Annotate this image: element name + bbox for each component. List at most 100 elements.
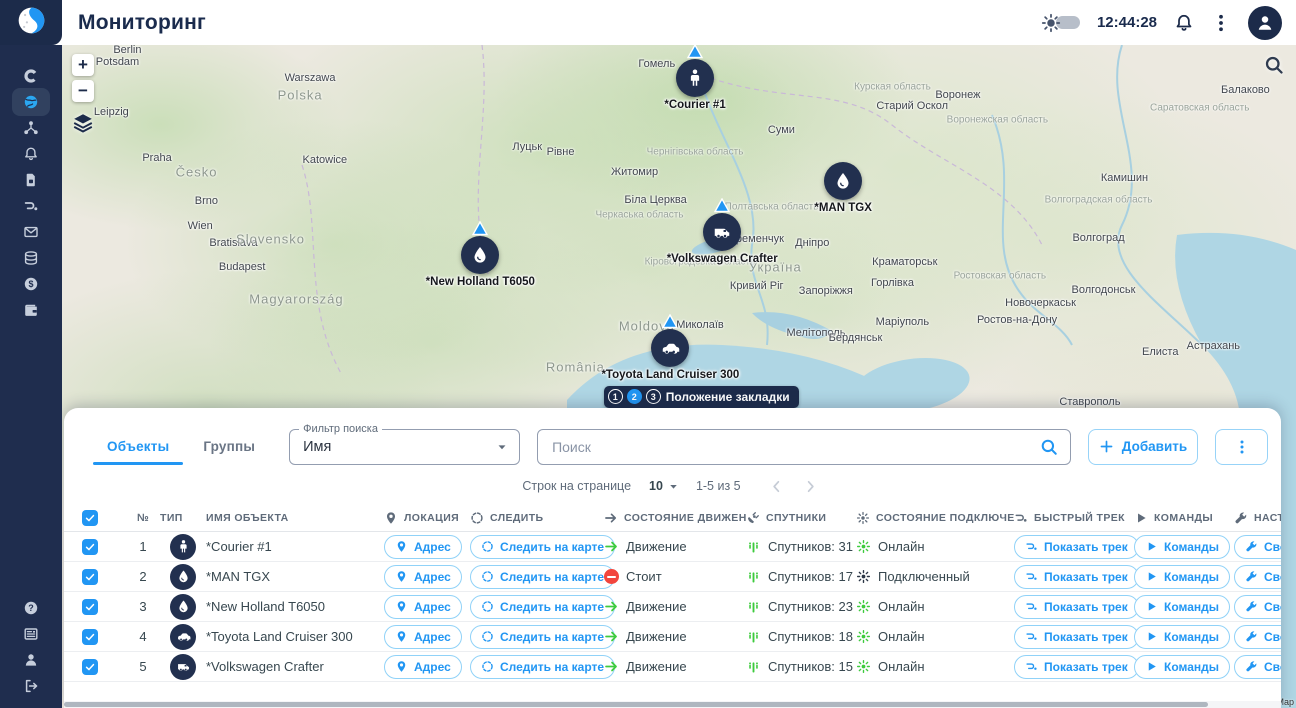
show-track-button[interactable]: Показать трек bbox=[1014, 654, 1139, 679]
sidebar-item-wallet[interactable] bbox=[0, 297, 62, 322]
object-name: *Toyota Land Cruiser 300 bbox=[206, 629, 353, 644]
chevron-left-icon bbox=[769, 479, 784, 494]
commands-button[interactable]: Команды bbox=[1134, 594, 1231, 619]
address-button[interactable]: Адрес bbox=[384, 654, 462, 679]
droplet-icon bbox=[176, 569, 191, 584]
show-track-button[interactable]: Показать трек bbox=[1014, 564, 1139, 589]
column-header-label: СПУТНИКИ bbox=[766, 511, 827, 524]
marker-circle[interactable] bbox=[703, 212, 742, 251]
zoom-out-button[interactable]: − bbox=[72, 80, 94, 102]
row-checkbox[interactable] bbox=[82, 568, 98, 585]
sidebar-item-donut-chart[interactable] bbox=[0, 63, 62, 88]
tab-objects[interactable]: Объекты bbox=[90, 428, 186, 465]
settings-button[interactable]: Свой bbox=[1234, 654, 1281, 679]
sidebar-item-news[interactable] bbox=[0, 621, 62, 646]
column-header-follow: СЛЕДИТЬ bbox=[470, 511, 604, 525]
user-avatar-icon[interactable] bbox=[1248, 5, 1282, 40]
layers-icon[interactable] bbox=[72, 112, 94, 134]
show-track-button[interactable]: Показать трек bbox=[1014, 534, 1139, 559]
marker-circle[interactable] bbox=[651, 328, 690, 367]
marker-circle[interactable] bbox=[824, 161, 863, 200]
add-button[interactable]: Добавить bbox=[1088, 428, 1198, 465]
van-icon bbox=[712, 222, 732, 242]
rows-per-page-select[interactable]: 10 bbox=[649, 479, 680, 493]
sidebar-item-envelope[interactable] bbox=[0, 219, 62, 244]
address-button[interactable]: Адрес bbox=[384, 594, 462, 619]
bookmark-badge[interactable]: 2 bbox=[626, 389, 642, 405]
commands-button[interactable]: Команды bbox=[1134, 654, 1231, 679]
follow-on-map-button[interactable]: Следить на карте bbox=[470, 654, 616, 679]
bell-icon[interactable] bbox=[1174, 13, 1194, 33]
satellites-label: Спутников: 31 bbox=[768, 539, 853, 554]
row-checkbox[interactable] bbox=[82, 538, 98, 555]
settings-button[interactable]: Свой bbox=[1234, 624, 1281, 649]
address-button[interactable]: Адрес bbox=[384, 564, 462, 589]
sidebar-item-globe[interactable] bbox=[0, 87, 62, 116]
follow-on-map-button[interactable]: Следить на карте bbox=[470, 594, 616, 619]
clock: 12:44:28 bbox=[1096, 14, 1157, 31]
more-actions-button[interactable] bbox=[1215, 428, 1268, 465]
map-marker[interactable]: *New Holland T6050 bbox=[426, 220, 535, 288]
sidebar-item-user[interactable] bbox=[0, 647, 62, 672]
sidebar-item-help[interactable]: ? bbox=[0, 595, 62, 620]
panel-controls-row: Объекты Группы Фильтр поиска Имя Добавит… bbox=[64, 408, 1281, 465]
satellites-cell: Спутников: 17 bbox=[746, 569, 856, 584]
show-track-button-label: Показать трек bbox=[1044, 629, 1128, 644]
search-filter-select[interactable]: Фильтр поиска Имя bbox=[289, 422, 521, 465]
horizontal-scrollbar[interactable] bbox=[64, 702, 1208, 707]
sidebar-item-logout[interactable] bbox=[0, 673, 62, 698]
marker-circle[interactable] bbox=[676, 59, 715, 98]
next-page-button[interactable] bbox=[799, 474, 823, 498]
settings-button[interactable]: Свой bbox=[1234, 534, 1281, 559]
satellites-label: Спутников: 23 bbox=[768, 599, 853, 614]
settings-button-label: Свой bbox=[1264, 539, 1281, 554]
column-header-satellites: СПУТНИКИ bbox=[746, 511, 856, 525]
address-button[interactable]: Адрес bbox=[384, 624, 462, 649]
follow-on-map-button[interactable]: Следить на карте bbox=[470, 624, 616, 649]
search-icon[interactable] bbox=[1040, 438, 1058, 456]
app-logo[interactable] bbox=[0, 0, 62, 45]
commands-button-label: Команды bbox=[1164, 629, 1220, 644]
play-icon bbox=[1145, 660, 1158, 673]
bookmark-badge[interactable]: 1 bbox=[607, 389, 623, 405]
follow-on-map-button[interactable]: Следить на карте bbox=[470, 534, 616, 559]
map-marker[interactable]: *Courier #1 bbox=[664, 43, 726, 111]
sidebar-item-dollar-coin[interactable]: $ bbox=[0, 271, 62, 296]
commands-button[interactable]: Команды bbox=[1134, 534, 1231, 559]
column-header-settings: НАСТРО bbox=[1234, 511, 1281, 525]
sidebar-item-bell-outline[interactable] bbox=[0, 141, 62, 166]
satellite-icon bbox=[746, 511, 760, 525]
tab-groups[interactable]: Группы bbox=[186, 428, 272, 465]
show-track-button[interactable]: Показать трек bbox=[1014, 594, 1139, 619]
zoom-in-button[interactable]: + bbox=[72, 54, 94, 76]
donut-chart-icon bbox=[23, 68, 39, 84]
sidebar-item-route[interactable] bbox=[0, 193, 62, 218]
row-checkbox[interactable] bbox=[82, 658, 98, 675]
theme-toggle[interactable] bbox=[1041, 13, 1080, 33]
map-marker[interactable]: *Toyota Land Cruiser 300 bbox=[601, 313, 739, 381]
map-marker[interactable]: *Volkswagen Crafter bbox=[667, 197, 778, 265]
follow-on-map-button[interactable]: Следить на карте bbox=[470, 564, 616, 589]
settings-button[interactable]: Свой bbox=[1234, 594, 1281, 619]
previous-page-button[interactable] bbox=[765, 474, 789, 498]
marker-circle[interactable] bbox=[461, 236, 500, 275]
map-marker[interactable]: *MAN TGX bbox=[814, 161, 872, 214]
kebab-menu-icon[interactable] bbox=[1211, 13, 1231, 33]
search-input[interactable] bbox=[552, 438, 1040, 455]
select-all-checkbox[interactable] bbox=[82, 509, 98, 526]
row-checkbox[interactable] bbox=[82, 598, 98, 615]
commands-button[interactable]: Команды bbox=[1134, 564, 1231, 589]
sidebar-item-database[interactable] bbox=[0, 245, 62, 270]
row-checkbox[interactable] bbox=[82, 628, 98, 645]
address-button[interactable]: Адрес bbox=[384, 534, 462, 559]
signal-icon bbox=[746, 629, 761, 644]
map-search-icon[interactable] bbox=[1264, 55, 1284, 75]
settings-button[interactable]: Свой bbox=[1234, 564, 1281, 589]
connection-label: Онлайн bbox=[878, 629, 925, 644]
row-number: 4 bbox=[139, 629, 147, 644]
sidebar-item-sim-card[interactable] bbox=[0, 167, 62, 192]
bookmark-badge[interactable]: 3 bbox=[645, 389, 661, 405]
show-track-button[interactable]: Показать трек bbox=[1014, 624, 1139, 649]
sidebar-item-share-nodes[interactable] bbox=[0, 115, 62, 140]
commands-button[interactable]: Команды bbox=[1134, 624, 1231, 649]
